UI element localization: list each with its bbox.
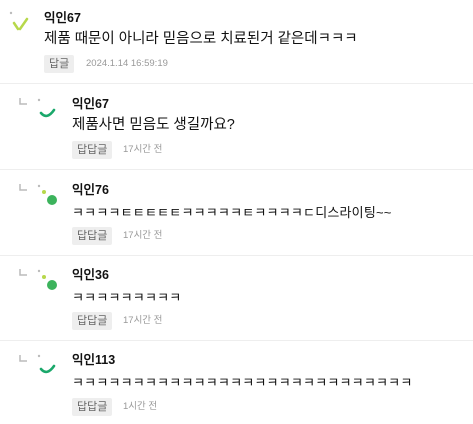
comment-text: ㅋㅋㅋㅋㅌㅌㅌㅌㅌㅋㅋㅋㅋㅋㅌㅋㅋㅋㅋㄷ디스라이팅~~ [72,205,392,220]
leaf-avatar-icon [9,11,29,31]
comment-text: ㅋㅋㅋㅋㅋㅋㅋㅋㅋㅋㅋㅋㅋㅋㅋㅋㅋㅋㅋㅋㅋㅋㅋㅋㅋㅋㅋㅋ [72,375,413,390]
reply-item: 익인113 ㅋㅋㅋㅋㅋㅋㅋㅋㅋㅋㅋㅋㅋㅋㅋㅋㅋㅋㅋㅋㅋㅋㅋㅋㅋㅋㅋㅋ 답답글 1… [0,341,473,424]
comment-nickname[interactable]: 익인67 [44,11,81,25]
avatar [34,181,64,211]
comment-timestamp: 1시간 전 [123,401,158,412]
comment-nickname[interactable]: 익인113 [72,353,115,367]
avatar [34,351,64,381]
reply-arrow-icon [18,354,30,366]
avatar [34,95,64,125]
comment-nickname[interactable]: 익인67 [72,97,109,111]
reply-arrow-icon [18,97,30,109]
reply-item: 익인67 제품사면 믿음도 생길까요? 답답글 17시간 전 [0,84,473,169]
comment-item: 익인67 제품 때문이 아니라 믿음으로 치료된거 같은데ㅋㅋㅋ 답글 2024… [0,0,473,83]
comment-timestamp: 17시간 전 [123,315,163,326]
reply-button[interactable]: 답답글 [72,141,113,159]
reply-item: 익인76 ㅋㅋㅋㅋㅌㅌㅌㅌㅌㅋㅋㅋㅋㅋㅌㅋㅋㅋㅋㄷ디스라이팅~~ 답답글 17시… [0,170,473,255]
avatar [6,9,36,39]
comment-text: 제품 때문이 아니라 믿음으로 치료된거 같은데ㅋㅋㅋ [44,31,358,47]
comment-text: 제품사면 믿음도 생길까요? [72,117,235,133]
avatar [34,266,64,296]
comment-timestamp: 17시간 전 [123,230,163,241]
reply-button[interactable]: 답답글 [72,398,113,416]
leaf-avatar-icon [37,98,56,118]
comment-nickname[interactable]: 익인36 [72,268,109,282]
reply-button[interactable]: 답글 [44,55,75,73]
reply-item: 익인36 ㅋㅋㅋㅋㅋㅋㅋㅋㅋ 답답글 17시간 전 [0,256,473,340]
reply-arrow-icon [18,183,30,195]
comment-timestamp: 2024.1.14 16:59:19 [86,58,168,69]
reply-button[interactable]: 답답글 [72,312,113,330]
reply-arrow-icon [18,268,30,280]
comment-nickname[interactable]: 익인76 [72,183,109,197]
leaf-avatar-icon [37,184,57,205]
leaf-avatar-icon [37,269,57,290]
comment-text: ㅋㅋㅋㅋㅋㅋㅋㅋㅋ [72,290,182,305]
leaf-avatar-icon [37,354,56,374]
reply-button[interactable]: 답답글 [72,227,113,245]
comment-timestamp: 17시간 전 [123,144,163,155]
